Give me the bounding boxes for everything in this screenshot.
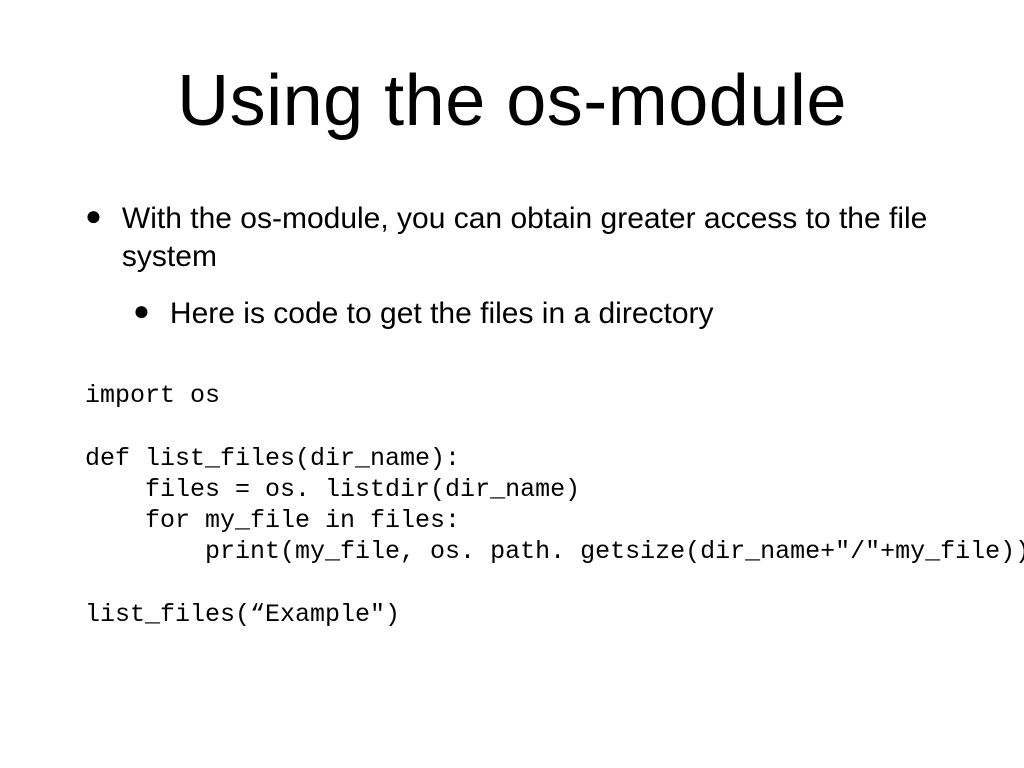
bullet-level-1-text: With the os-module, you can obtain great…	[122, 200, 964, 275]
code-block: import os def list_files(dir_name): file…	[85, 380, 974, 630]
bullet-dot-icon: ●	[85, 202, 102, 230]
bullet-level-2-text: Here is code to get the files in a direc…	[170, 295, 714, 333]
bullet-level-2: ● Here is code to get the files in a dir…	[133, 295, 964, 333]
slide: Using the os-module ● With the os-module…	[0, 0, 1024, 768]
slide-body: ● With the os-module, you can obtain gre…	[85, 200, 964, 341]
bullet-level-1: ● With the os-module, you can obtain gre…	[85, 200, 964, 275]
slide-title: Using the os-module	[0, 60, 1024, 142]
bullet-dot-icon: ●	[133, 297, 150, 325]
